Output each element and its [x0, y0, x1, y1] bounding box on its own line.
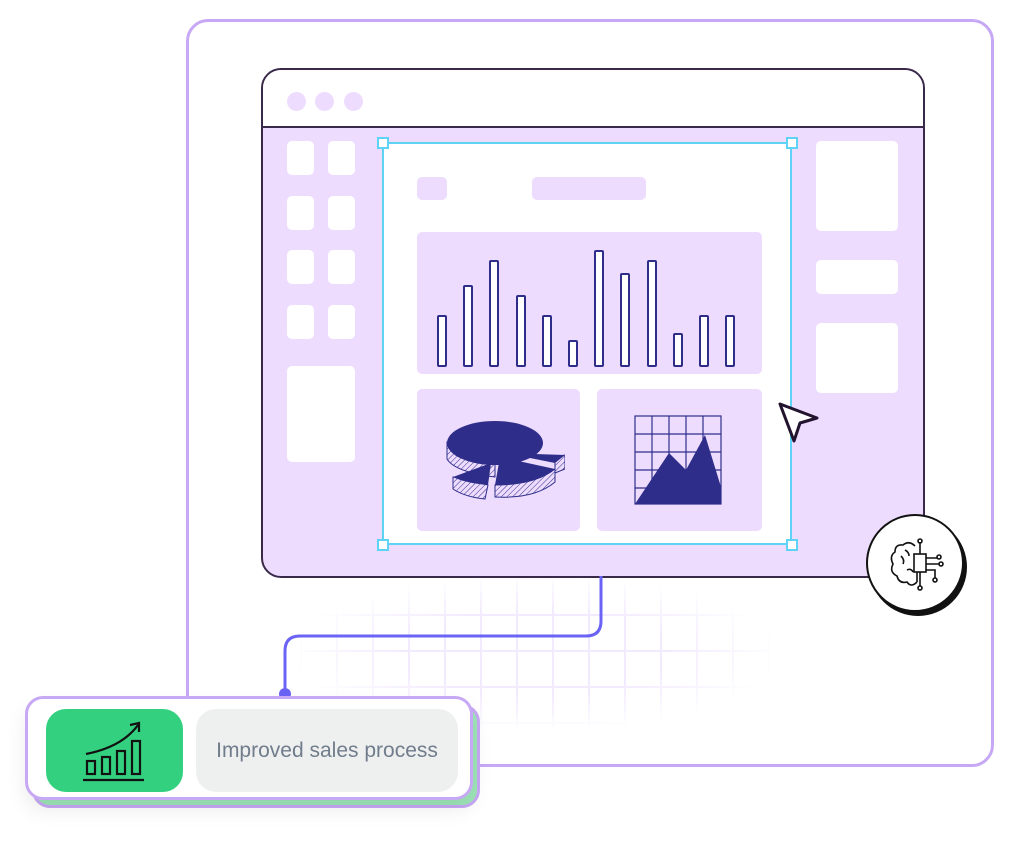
tool-tile[interactable] — [328, 305, 355, 339]
placeholder-title — [532, 177, 646, 200]
selected-canvas[interactable] — [382, 142, 792, 545]
resize-handle[interactable] — [786, 137, 798, 149]
tool-tile[interactable] — [328, 250, 355, 284]
bar-chart — [437, 232, 747, 367]
tool-tile[interactable] — [287, 305, 314, 339]
window-dot[interactable] — [315, 92, 334, 111]
bar — [725, 315, 736, 367]
growth-chart-icon — [83, 721, 144, 782]
resize-handle[interactable] — [786, 539, 798, 551]
ai-badge[interactable] — [866, 514, 964, 612]
bar — [594, 250, 605, 367]
placeholder-block — [417, 177, 447, 200]
card-label: Improved sales process — [196, 709, 458, 792]
tool-tile[interactable] — [328, 196, 355, 230]
pie-chart-panel — [417, 389, 580, 531]
bar — [463, 285, 474, 367]
bar — [672, 333, 683, 367]
bar — [437, 315, 447, 367]
connector-line — [279, 576, 603, 700]
tool-panel[interactable] — [287, 366, 355, 462]
tool-tile[interactable] — [287, 141, 314, 175]
bar — [620, 273, 631, 367]
cursor-arrow-icon — [778, 402, 819, 443]
resize-handle[interactable] — [377, 137, 389, 149]
tool-tile[interactable] — [328, 141, 355, 175]
tool-tile[interactable] — [287, 250, 314, 284]
area-chart-panel — [597, 389, 762, 531]
result-card[interactable]: Improved sales process — [25, 696, 473, 800]
window-dot[interactable] — [344, 92, 363, 111]
pie-chart-icon — [446, 421, 565, 500]
property-panel[interactable] — [816, 323, 898, 393]
tool-tile[interactable] — [287, 196, 314, 230]
property-panel[interactable] — [816, 141, 898, 231]
title-bar — [263, 70, 923, 128]
resize-handle[interactable] — [377, 539, 389, 551]
bar — [646, 260, 657, 367]
bar — [541, 315, 552, 367]
window-dot[interactable] — [287, 92, 306, 111]
area-chart-icon — [634, 415, 722, 505]
property-panel[interactable] — [816, 260, 898, 294]
brain-circuit-icon — [890, 538, 944, 591]
bar — [568, 340, 578, 367]
growth-chart-icon-tile — [46, 709, 183, 792]
bar — [699, 315, 709, 367]
bar — [489, 260, 500, 367]
bar-chart-panel — [417, 232, 762, 374]
bar — [515, 295, 526, 367]
